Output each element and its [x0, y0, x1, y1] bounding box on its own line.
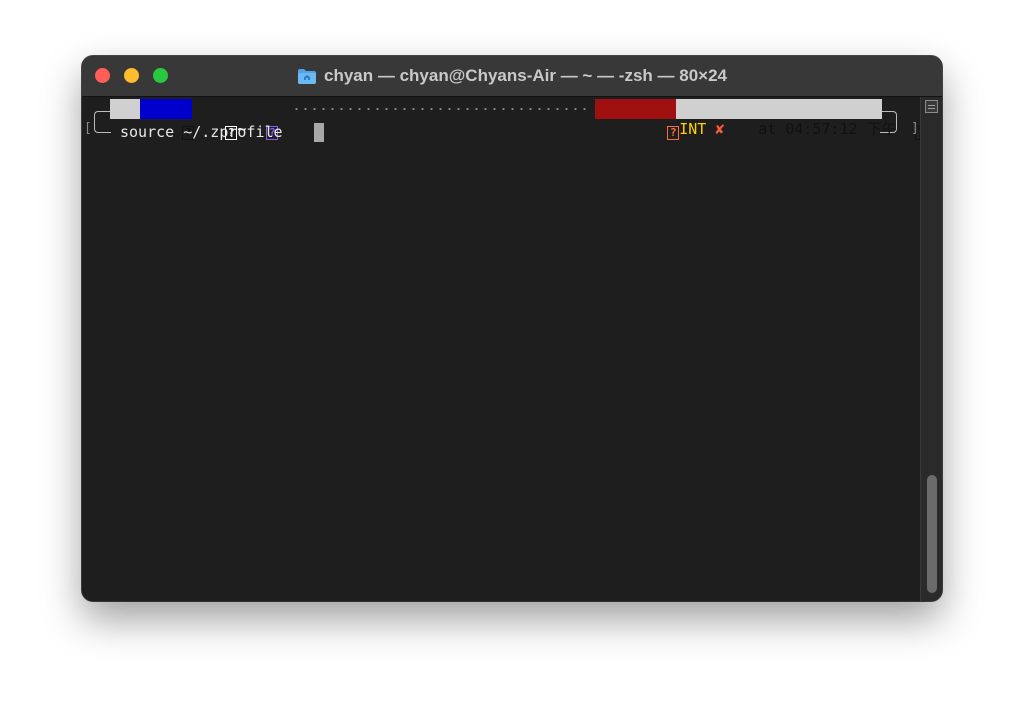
scrollbar[interactable]: [920, 97, 942, 601]
open-bracket: [: [84, 121, 92, 136]
prompt-vcs-segment: ?: [194, 99, 279, 140]
prompt-status-segment: ?INT ✘: [595, 99, 724, 140]
prompt-frame-left: [94, 111, 111, 133]
prompt-line: ? ?~ ? ?INT ✘ at 04:57:12 下午 ?: [82, 97, 927, 140]
window-title: chyan — chyan@Chyans-Air — ~ — -zsh — 80…: [324, 66, 727, 85]
scrollbar-thumb[interactable]: [927, 475, 937, 593]
prompt-dir-segment: ? ~: [140, 99, 246, 140]
text-cursor: [314, 123, 324, 142]
close-bracket: ]: [911, 121, 919, 136]
status-icon: ?: [667, 126, 680, 140]
prompt-time-prefix: at: [758, 120, 777, 138]
command-input[interactable]: source ~/.zprofile: [120, 122, 283, 142]
terminal-window: chyan — chyan@Chyans-Air — ~ — -zsh — 80…: [82, 56, 942, 601]
title-container: chyan — chyan@Chyans-Air — ~ — -zsh — 80…: [82, 56, 942, 96]
prompt-time: 04:57:12 下午: [785, 120, 897, 138]
prompt-time-segment: at 04:57:12 下午 ?: [676, 99, 927, 140]
prompt-os-segment: ?: [110, 99, 195, 140]
split-pane-icon[interactable]: [925, 100, 938, 113]
prompt-filler-dots: [292, 108, 592, 110]
title-bar[interactable]: chyan — chyan@Chyans-Air — ~ — -zsh — 80…: [82, 56, 942, 97]
home-folder-icon: [297, 68, 317, 85]
terminal-content[interactable]: ? ?~ ? ?INT ✘ at 04:57:12 下午 ? [ ] sourc…: [82, 97, 927, 601]
